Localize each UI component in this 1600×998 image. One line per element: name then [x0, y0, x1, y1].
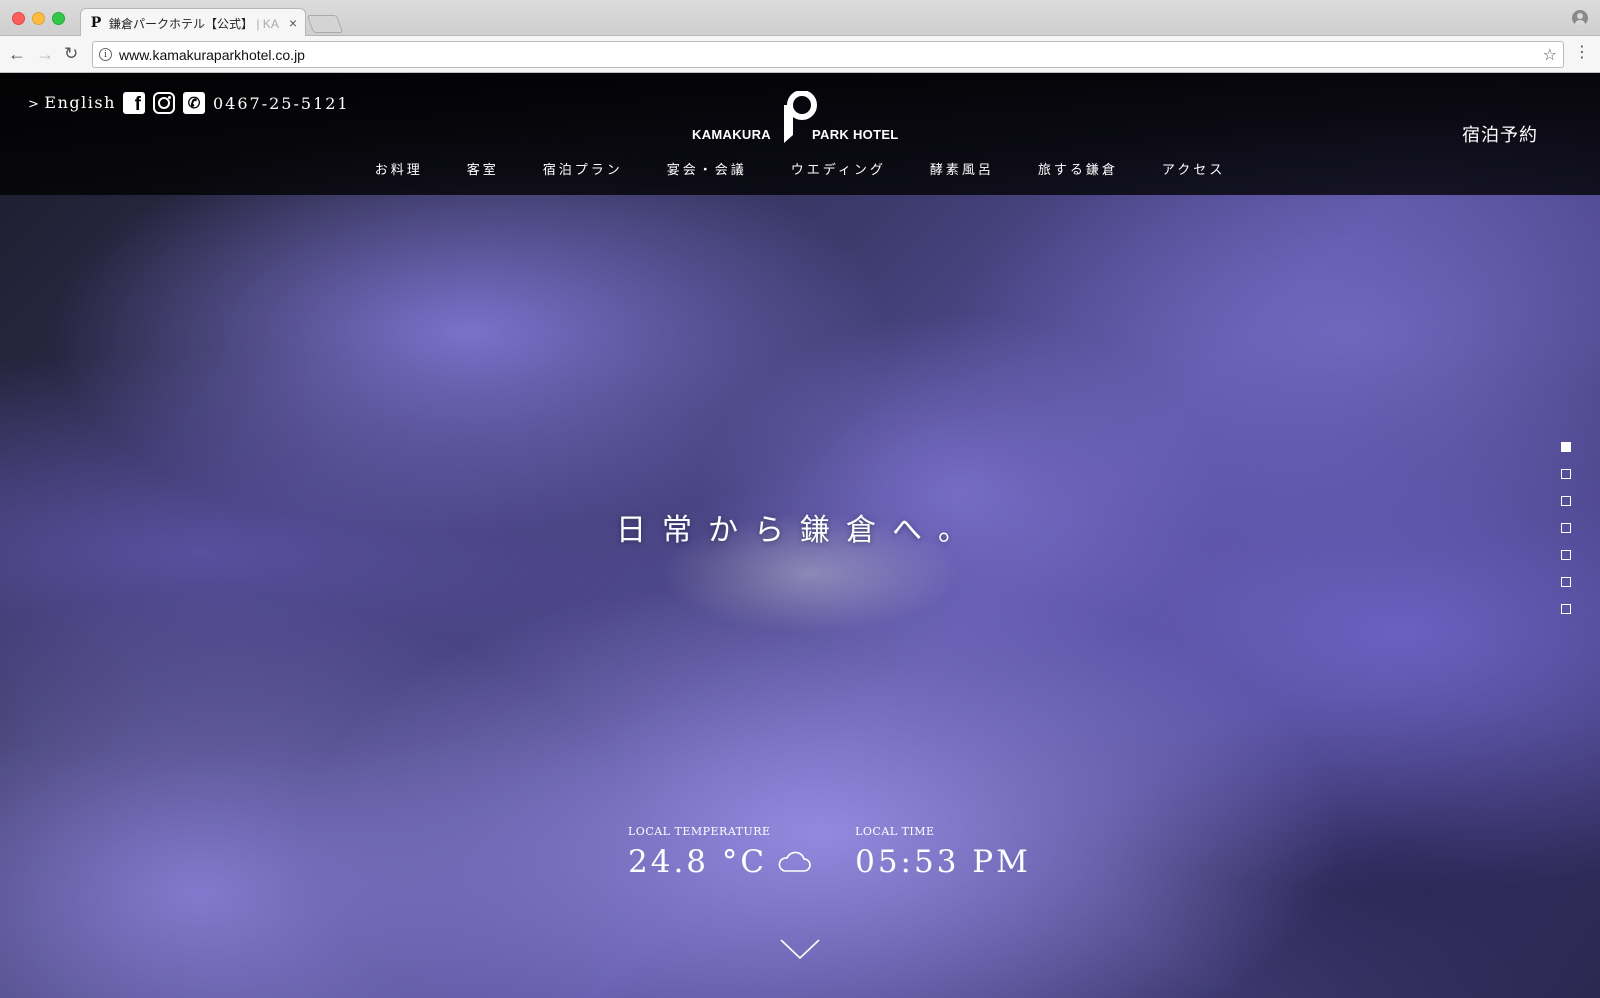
booking-link[interactable]: 宿泊予約 [1462, 121, 1538, 147]
nav-item-rooms[interactable]: 客室 [467, 159, 499, 178]
facebook-icon[interactable]: f [123, 92, 145, 115]
slide-dot[interactable] [1561, 469, 1571, 479]
tab-close-icon[interactable]: × [289, 15, 297, 31]
url-text[interactable]: www.kamakuraparkhotel.co.jp [119, 47, 305, 63]
slide-dot[interactable] [1561, 442, 1571, 452]
minimize-window-button[interactable] [32, 12, 45, 25]
temperature-value: 24.8 °C [628, 844, 768, 880]
tab-title: 鎌倉パークホテル【公式】 | KA [109, 15, 283, 32]
slide-dot[interactable] [1561, 577, 1571, 587]
time-label: LOCAL TIME [855, 825, 935, 838]
forward-arrow-icon[interactable]: → [36, 43, 54, 65]
temperature-readout: 24.8 °C [628, 844, 811, 880]
temperature-label: LOCAL TEMPERATURE [628, 825, 771, 838]
english-link-label: English [44, 93, 116, 112]
tab-title-text: 鎌倉パークホテル【公式】 [109, 16, 254, 31]
close-window-button[interactable] [12, 12, 25, 25]
nav-item-travel-kamakura[interactable]: 旅する鎌倉 [1038, 159, 1118, 178]
browser-toolbar: ← → ↻ i www.kamakuraparkhotel.co.jp ☆ ⋮ [0, 36, 1600, 73]
address-bar[interactable]: i www.kamakuraparkhotel.co.jp ☆ [92, 41, 1564, 68]
slide-dot[interactable] [1561, 550, 1571, 560]
main-nav: お料理 客室 宿泊プラン 宴会・会議 ウエディング 酵素風呂 旅する鎌倉 アクセ… [0, 159, 1600, 178]
slide-dot[interactable] [1561, 523, 1571, 533]
browser-menu-icon[interactable]: ⋮ [1574, 44, 1590, 62]
maximize-window-button[interactable] [52, 12, 65, 25]
back-arrow-icon[interactable]: ← [8, 43, 26, 65]
site-header: > English f ✆ 0467-25-5121 KAMAKURA PARK … [0, 73, 1600, 195]
chevron-right-icon: > [28, 97, 41, 112]
slide-dot[interactable] [1561, 604, 1571, 614]
new-tab-button[interactable] [306, 15, 344, 33]
time-value: 05:53 PM [855, 844, 1031, 880]
site-info-icon[interactable]: i [99, 48, 112, 61]
phone-number[interactable]: 0467-25-5121 [213, 94, 350, 113]
logo-text-kamakura: KAMAKURA [692, 127, 771, 142]
phone-icon[interactable]: ✆ [183, 92, 205, 114]
logo-text-park-hotel: PARK HOTEL [812, 127, 899, 142]
page-viewport: > English f ✆ 0467-25-5121 KAMAKURA PARK … [0, 73, 1600, 998]
nav-item-enzyme-bath[interactable]: 酵素風呂 [930, 159, 994, 178]
instagram-icon[interactable] [153, 92, 175, 114]
tab-title-fade: | KA [256, 16, 279, 31]
cloud-icon [778, 851, 811, 872]
slide-indicator [1561, 442, 1572, 631]
social-links: f ✆ 0467-25-5121 [123, 92, 350, 115]
local-weather: LOCAL TEMPERATURE 24.8 °C LOCAL TIME 05:… [628, 825, 1031, 880]
reload-icon[interactable]: ↻ [64, 43, 78, 65]
nav-item-banquet[interactable]: 宴会・会議 [667, 159, 747, 178]
bookmark-star-icon[interactable]: ☆ [1543, 45, 1557, 65]
profile-icon[interactable] [1572, 10, 1588, 26]
slide-dot[interactable] [1561, 496, 1571, 506]
nav-item-access[interactable]: アクセス [1162, 159, 1225, 178]
nav-item-cuisine[interactable]: お料理 [375, 159, 423, 178]
temperature-block: LOCAL TEMPERATURE 24.8 °C [628, 825, 811, 880]
english-link[interactable]: > English [28, 93, 116, 112]
browser-tab[interactable]: P 鎌倉パークホテル【公式】 | KA × [80, 8, 306, 37]
nav-item-plans[interactable]: 宿泊プラン [543, 159, 623, 178]
site-logo[interactable]: KAMAKURA PARK HOTEL [692, 91, 912, 147]
site-favicon-icon: P [90, 15, 102, 31]
browser-titlebar: P 鎌倉パークホテル【公式】 | KA × [0, 0, 1600, 37]
hero-title: 日常から鎌倉へ。 [616, 513, 984, 548]
time-block: LOCAL TIME 05:53 PM [855, 825, 1031, 880]
scroll-down-chevron-icon[interactable] [780, 939, 820, 959]
nav-item-wedding[interactable]: ウエディング [791, 159, 886, 178]
